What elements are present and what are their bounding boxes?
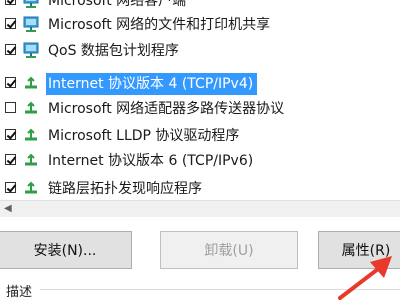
checkbox[interactable] <box>5 182 17 193</box>
checkbox[interactable] <box>5 129 17 140</box>
protocol-icon <box>25 153 37 166</box>
list-item[interactable]: QoS 数据包计划程序 <box>0 39 400 63</box>
component-label: Internet 协议版本 6 (TCP/IPv6) <box>48 153 254 169</box>
network-client-icon <box>23 42 39 58</box>
list-item-selected[interactable]: Internet 协议版本 4 (TCP/IPv4) <box>0 72 400 96</box>
protocol-icon <box>25 128 37 141</box>
checkbox[interactable] <box>5 44 17 55</box>
install-button[interactable]: 安装(N)... <box>0 231 132 269</box>
scroll-left-arrow-icon[interactable]: ◀ <box>4 203 12 214</box>
checkbox[interactable] <box>5 102 16 113</box>
component-label: 链路层拓扑发现响应程序 <box>48 181 202 197</box>
component-label: Microsoft 网络的文件和打印机共享 <box>48 17 271 33</box>
list-item[interactable]: Internet 协议版本 6 (TCP/IPv6) <box>0 149 400 173</box>
component-label: QoS 数据包计划程序 <box>48 43 179 59</box>
components-listbox[interactable]: Microsoft 网络客户端 Microsoft 网络的文件和打印机共享 Qo… <box>0 0 400 200</box>
network-client-icon <box>23 16 39 32</box>
checkbox[interactable] <box>5 0 17 5</box>
horizontal-scrollbar[interactable]: ◀ <box>0 200 400 217</box>
list-item[interactable]: 链路层拓扑发现响应程序 <box>0 177 400 200</box>
annotation-arrow-icon <box>338 256 392 300</box>
protocol-icon <box>25 76 37 89</box>
component-label: Microsoft 网络客户端 <box>48 0 187 9</box>
uninstall-button[interactable]: 卸载(U) <box>160 231 298 269</box>
list-item[interactable]: Microsoft 网络客户端 <box>0 0 400 13</box>
list-item[interactable]: Microsoft 网络适配器多路传送器协议 <box>0 97 400 121</box>
list-item[interactable]: Microsoft LLDP 协议驱动程序 <box>0 124 400 148</box>
network-client-icon <box>23 0 39 8</box>
list-item[interactable]: Microsoft 网络的文件和打印机共享 <box>0 13 400 37</box>
protocol-icon <box>25 181 37 194</box>
checkbox[interactable] <box>5 18 17 29</box>
protocol-icon <box>25 101 37 114</box>
component-label: Microsoft LLDP 协议驱动程序 <box>48 128 240 144</box>
component-label: Microsoft 网络适配器多路传送器协议 <box>48 101 285 117</box>
checkbox[interactable] <box>5 154 17 165</box>
checkbox[interactable] <box>5 77 17 88</box>
component-label: Internet 协议版本 4 (TCP/IPv4) <box>46 73 258 95</box>
description-label: 描述 <box>6 285 33 300</box>
